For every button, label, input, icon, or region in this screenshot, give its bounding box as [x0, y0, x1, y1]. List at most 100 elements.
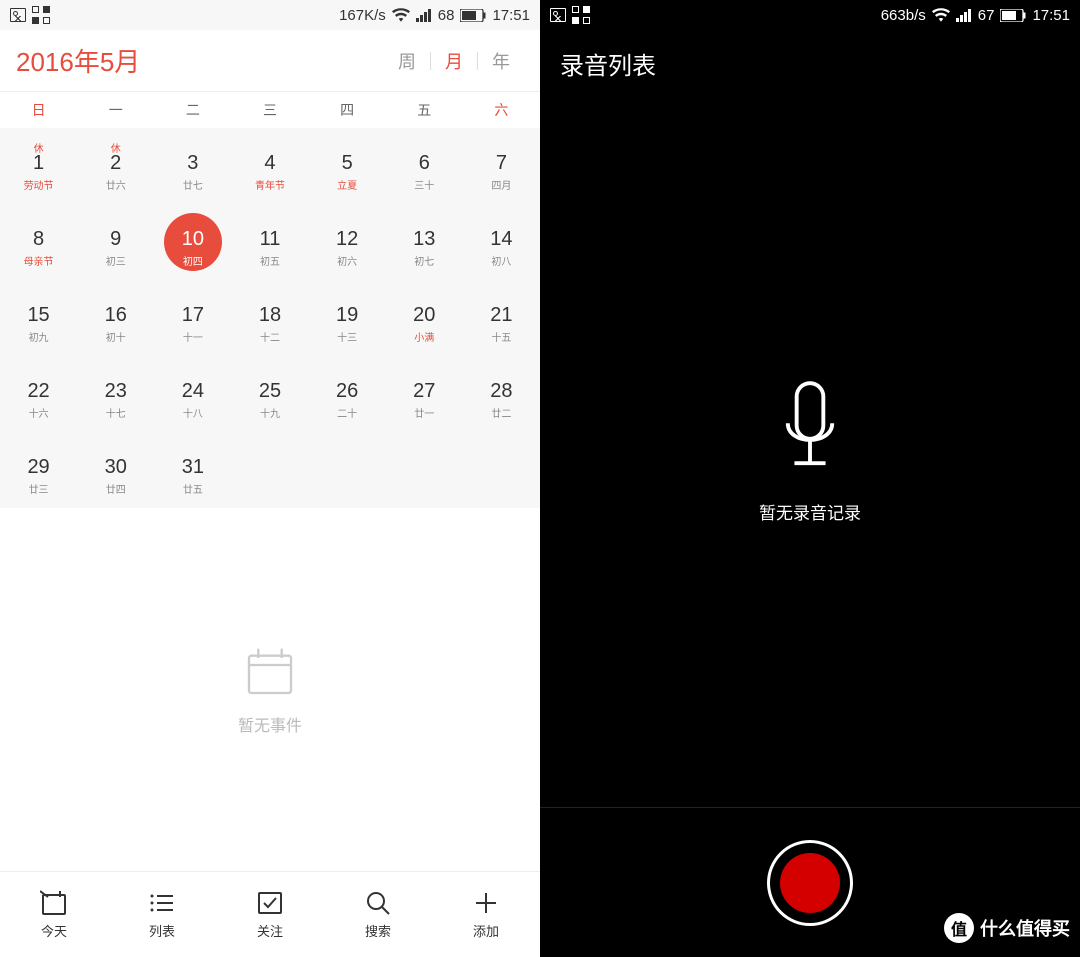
nav-add[interactable]: 添加 — [432, 872, 540, 957]
day-sub: 十七 — [106, 405, 126, 420]
day-number: 27 — [413, 380, 435, 403]
apps-icon — [572, 6, 590, 24]
day-number: 12 — [336, 228, 358, 251]
calendar-day[interactable]: 20 小满 — [386, 280, 463, 356]
day-sub: 小满 — [414, 329, 434, 344]
calendar-day[interactable]: 28廿二 — [463, 356, 540, 432]
search-icon — [364, 889, 392, 917]
day-number: 2 — [110, 152, 121, 175]
calendar-day[interactable]: 19 十三 — [309, 280, 386, 356]
wifi-icon — [932, 8, 950, 22]
day-number: 1 — [33, 152, 44, 175]
calendar-day[interactable]: 17十一 — [154, 280, 231, 356]
nav-follow[interactable]: 关注 — [216, 872, 324, 957]
calendar-screen: 167K/s 68 17:51 2016年5月 周 月 年 日 一 二 三 四 … — [0, 0, 540, 957]
nav-today[interactable]: 今天 — [0, 872, 108, 957]
calendar-day-empty — [309, 432, 386, 508]
calendar-title[interactable]: 2016年5月 — [16, 42, 140, 79]
calendar-day[interactable]: 29 廿三 — [0, 432, 77, 508]
calendar-day[interactable]: 13初七 — [386, 204, 463, 280]
events-empty: 暂无事件 — [0, 508, 540, 871]
nav-today-label: 今天 — [41, 921, 67, 940]
view-toggle: 周 月 年 — [384, 48, 524, 74]
follow-icon — [256, 889, 284, 917]
battery-percent: 68 — [438, 7, 455, 24]
day-number: 29 — [27, 456, 49, 479]
day-number: 20 — [413, 304, 435, 327]
calendar-day[interactable]: 5立夏 — [309, 128, 386, 204]
watermark-text: 什么值得买 — [980, 915, 1070, 941]
calendar-day[interactable]: 4青年节 — [231, 128, 308, 204]
day-sub: 青年节 — [255, 177, 285, 192]
calendar-day[interactable]: 26二十 — [309, 356, 386, 432]
calendar-day[interactable]: 27 廿一 — [386, 356, 463, 432]
calendar-day[interactable]: 11初五 — [231, 204, 308, 280]
calendar-day[interactable]: 10初四 — [154, 204, 231, 280]
calendar-day[interactable]: 18 十二 — [231, 280, 308, 356]
battery-icon — [460, 9, 486, 22]
day-number: 6 — [419, 152, 430, 175]
weekday-row: 日 一 二 三 四 五 六 — [0, 92, 540, 128]
empty-events-text: 暂无事件 — [238, 712, 302, 736]
calendar-day[interactable]: 24十八 — [154, 356, 231, 432]
calendar-day[interactable]: 6 三十 — [386, 128, 463, 204]
day-number: 8 — [33, 228, 44, 251]
calendar-day[interactable]: 休2 廿六 — [77, 128, 154, 204]
calendar-day[interactable]: 12初六 — [309, 204, 386, 280]
record-button[interactable] — [767, 840, 853, 926]
day-sub: 十五 — [491, 329, 511, 344]
calendar-day[interactable]: 3廿七 — [154, 128, 231, 204]
day-sub: 三十 — [414, 177, 434, 192]
battery-icon — [1000, 9, 1026, 22]
view-week[interactable]: 周 — [384, 48, 430, 74]
day-sub: 初三 — [106, 253, 126, 268]
calendar-day[interactable]: 休1劳动节 — [0, 128, 77, 204]
day-sub: 立夏 — [337, 177, 357, 192]
day-sub: 廿一 — [414, 405, 434, 420]
calendar-day[interactable]: 15初九 — [0, 280, 77, 356]
calendar-day[interactable]: 16初十 — [77, 280, 154, 356]
day-sub: 十二 — [260, 329, 280, 344]
nav-list[interactable]: 列表 — [108, 872, 216, 957]
view-year[interactable]: 年 — [478, 48, 524, 74]
day-sub: 初七 — [414, 253, 434, 268]
day-sub: 廿六 — [106, 177, 126, 192]
calendar-day[interactable]: 9初三 — [77, 204, 154, 280]
day-sub: 十一 — [183, 329, 203, 344]
clock: 17:51 — [492, 7, 530, 24]
calendar-day[interactable]: 21十五 — [463, 280, 540, 356]
calendar-day[interactable]: 7四月 — [463, 128, 540, 204]
calendar-day[interactable]: 23十七 — [77, 356, 154, 432]
weekday-wed: 三 — [231, 100, 308, 120]
recorder-body: 暂无录音记录 — [540, 97, 1080, 807]
signal-icon — [416, 8, 432, 22]
calendar-day-empty — [386, 432, 463, 508]
day-number: 19 — [336, 304, 358, 327]
nav-add-label: 添加 — [473, 921, 499, 940]
day-marker: 休 — [111, 140, 121, 152]
day-number: 30 — [105, 456, 127, 479]
day-sub: 廿四 — [106, 481, 126, 496]
signal-icon — [956, 8, 972, 22]
calendar-day[interactable]: 31廿五 — [154, 432, 231, 508]
day-sub: 初八 — [491, 253, 511, 268]
calendar-day[interactable]: 22十六 — [0, 356, 77, 432]
calendar-day[interactable]: 30 廿四 — [77, 432, 154, 508]
day-sub: 十三 — [337, 329, 357, 344]
day-sub: 十八 — [183, 405, 203, 420]
status-bar: 663b/s 67 17:51 — [540, 0, 1080, 30]
day-number: 26 — [336, 380, 358, 403]
day-number: 18 — [259, 304, 281, 327]
day-sub: 廿三 — [29, 481, 49, 496]
day-sub: 十九 — [260, 405, 280, 420]
calendar-day[interactable]: 25 十九 — [231, 356, 308, 432]
day-marker: 休 — [34, 140, 44, 152]
nav-search[interactable]: 搜索 — [324, 872, 432, 957]
day-number: 25 — [259, 380, 281, 403]
view-month[interactable]: 月 — [431, 48, 477, 74]
status-bar: 167K/s 68 17:51 — [0, 0, 540, 30]
calendar-day[interactable]: 14初八 — [463, 204, 540, 280]
list-icon — [148, 889, 176, 917]
calendar-day[interactable]: 8母亲节 — [0, 204, 77, 280]
today-icon — [40, 889, 68, 917]
